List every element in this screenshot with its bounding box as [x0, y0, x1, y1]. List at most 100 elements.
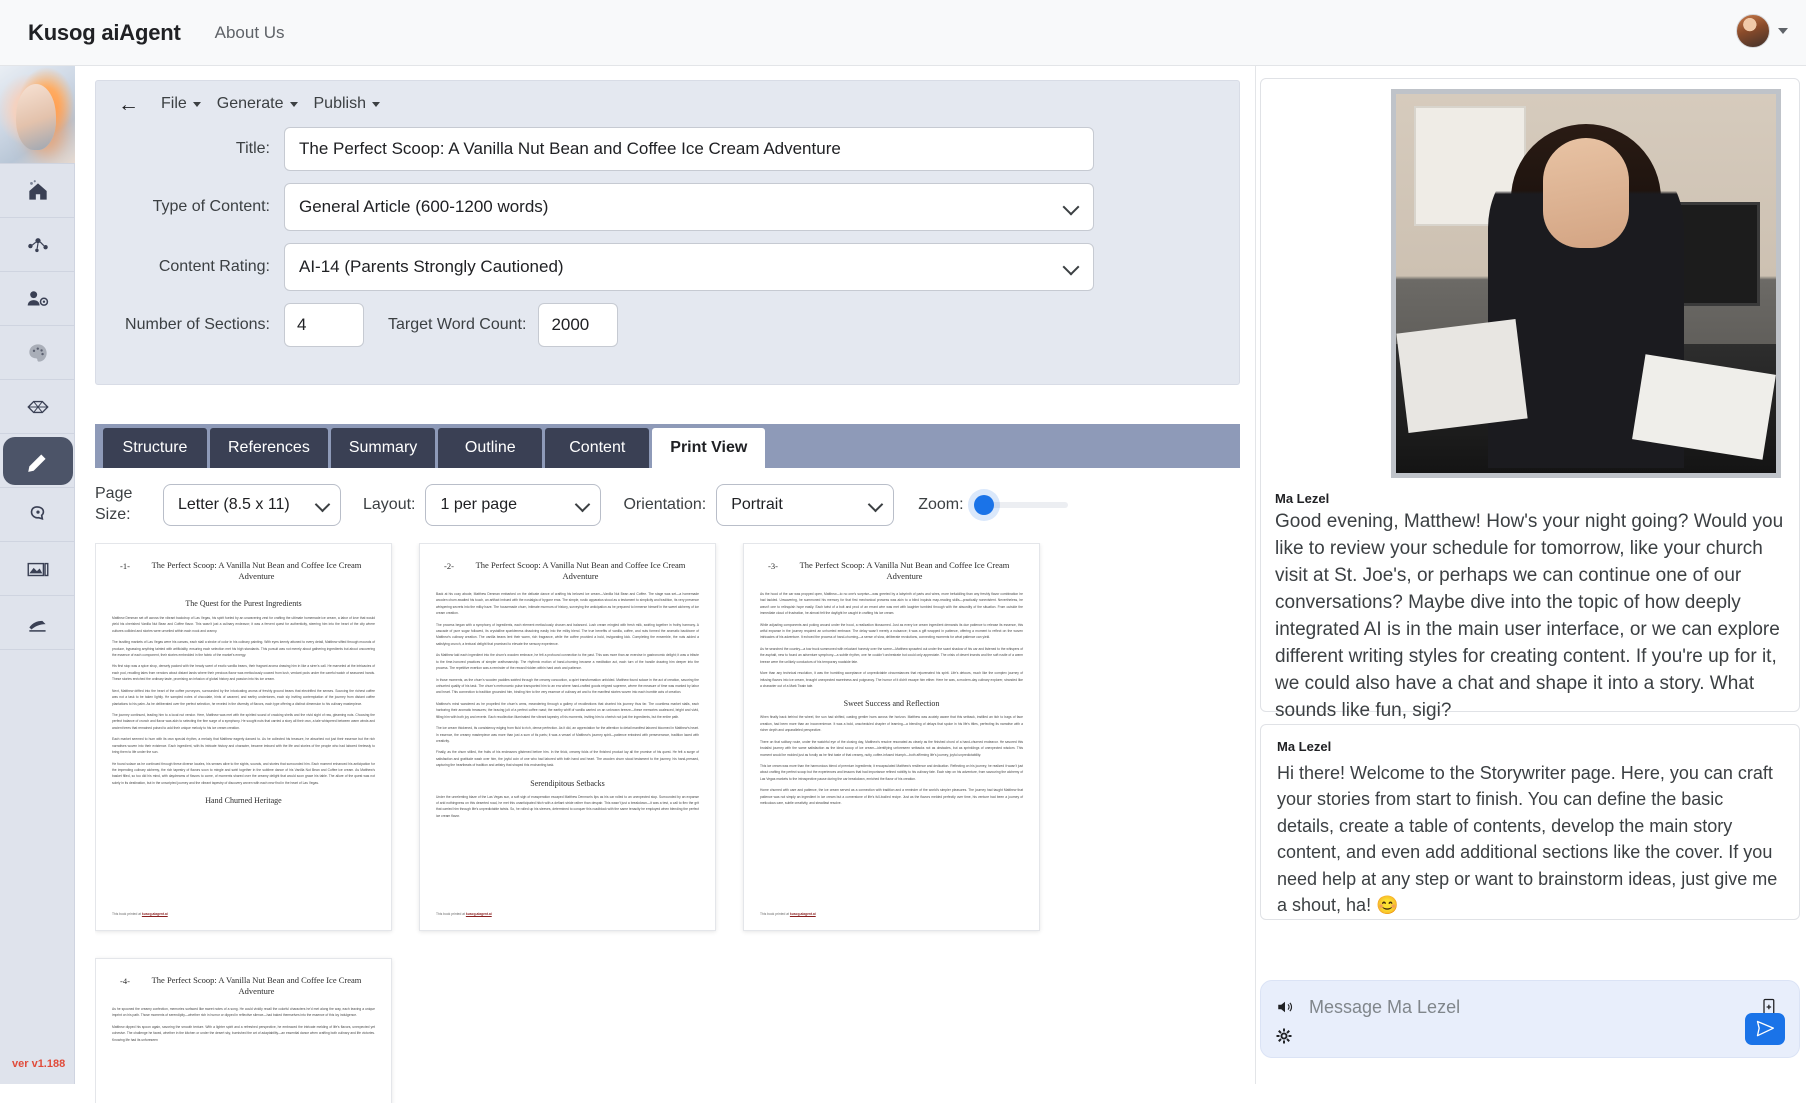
- sidebar-item-network[interactable]: [0, 218, 75, 272]
- page-title: The Perfect Scoop: A Vanilla Nut Bean an…: [151, 975, 362, 997]
- tab-structure[interactable]: Structure: [103, 428, 207, 468]
- wordcount-input[interactable]: 2000: [538, 303, 619, 347]
- orientation-value: Portrait: [731, 496, 783, 513]
- page-preview[interactable]: -3- The Perfect Scoop: A Vanilla Nut Bea…: [743, 543, 1040, 931]
- page-footer: This book printed at kusog.aiagent.ai: [436, 912, 492, 916]
- page-paragraph: His first stop was a spice shop, densely…: [112, 664, 375, 682]
- image-icon: [27, 562, 48, 576]
- message-composer[interactable]: Message Ma Lezel: [1260, 980, 1800, 1058]
- nav-about-us[interactable]: About Us: [215, 23, 285, 43]
- page-footer: This book printed at kusog.aiagent.ai: [760, 912, 816, 916]
- title-input[interactable]: The Perfect Scoop: A Vanilla Nut Bean an…: [284, 127, 1094, 171]
- chevron-down-icon: [867, 496, 884, 513]
- counts-row: Number of Sections: 4 Target Word Count:…: [96, 303, 1239, 347]
- tab-print-view[interactable]: Print View: [652, 428, 766, 468]
- book-icon: [28, 620, 46, 632]
- assistant-photo: [1391, 89, 1781, 478]
- page-footer-text: This book printed at: [760, 912, 790, 916]
- type-select[interactable]: General Article (600-1200 words): [284, 183, 1094, 231]
- chevron-down-icon: [1062, 258, 1080, 276]
- page-size-select[interactable]: Letter (8.5 x 11): [163, 484, 341, 526]
- editor-panel: ← File Generate Publish Title: The Perfe…: [95, 80, 1240, 1103]
- page-paragraph: Finally, as the churn stilled, the fruit…: [436, 750, 699, 768]
- zoom-slider[interactable]: [973, 495, 1068, 515]
- page-title: The Perfect Scoop: A Vanilla Nut Bean an…: [799, 560, 1010, 582]
- speaker-icon[interactable]: [1275, 998, 1295, 1016]
- page-title: The Perfect Scoop: A Vanilla Nut Bean an…: [475, 560, 686, 582]
- chevron-down-icon: [192, 101, 201, 107]
- sidebar-hero-image: [0, 66, 75, 164]
- chevron-down-icon: [1062, 198, 1080, 216]
- menu-file[interactable]: File: [155, 91, 207, 117]
- page-paragraph: Matthew Denman set off across the vibran…: [112, 615, 375, 633]
- page-paragraph: In those moments, as the churn's wooden …: [436, 677, 699, 695]
- sidebar-item-people[interactable]: [0, 272, 75, 326]
- page-paragraph: Matthew's mind wandered as he propelled …: [436, 701, 699, 719]
- top-bar: Kusog aiAgent About Us: [0, 0, 1806, 66]
- sidebar-item-library[interactable]: [0, 596, 75, 650]
- people-icon: [27, 290, 48, 306]
- zoom-slider-knob[interactable]: [973, 495, 994, 515]
- assistant-hero-card: Ma Lezel Good evening, Matthew! How's yo…: [1260, 78, 1800, 721]
- menu-bar: ← File Generate Publish: [96, 81, 1239, 127]
- back-button[interactable]: ←: [112, 94, 151, 115]
- page-preview[interactable]: -4- The Perfect Scoop: A Vanilla Nut Bea…: [95, 958, 392, 1103]
- orientation-select[interactable]: Portrait: [716, 484, 895, 526]
- chevron-down-icon[interactable]: [1778, 28, 1788, 34]
- assistant-name: Ma Lezel: [1275, 491, 1330, 506]
- sidebar-item-storywriter[interactable]: [0, 434, 75, 488]
- rating-select[interactable]: AI-14 (Parents Strongly Cautioned): [284, 243, 1094, 291]
- chevron-down-icon: [575, 496, 591, 513]
- send-icon: [1756, 1020, 1774, 1037]
- sections-input[interactable]: 4: [284, 303, 364, 347]
- print-preview-pages[interactable]: -1- The Perfect Scoop: A Vanilla Nut Bea…: [95, 543, 1240, 1103]
- chat-panel: Ma Lezel Good evening, Matthew! How's yo…: [1255, 66, 1806, 1084]
- page-paragraph: Home churned with care and patience, the…: [760, 788, 1023, 806]
- version-label: ver v1.188: [12, 1058, 66, 1070]
- app-brand: Kusog aiAgent: [28, 19, 181, 45]
- type-select-value: General Article (600-1200 words): [299, 197, 549, 216]
- sidebar-item-media[interactable]: [0, 542, 75, 596]
- page-paragraph: Under the unrelenting blaze of the Las V…: [436, 794, 699, 818]
- page-footer-brand: kusog.aiagent.ai: [141, 912, 168, 916]
- menu-publish[interactable]: Publish: [308, 91, 386, 117]
- page-paragraph: The process began with a symphony of ing…: [436, 622, 699, 646]
- tab-content[interactable]: Content: [545, 428, 650, 468]
- page-paragraph: As he searched the country—a tow truck s…: [760, 646, 1023, 664]
- rating-label: Content Rating:: [158, 258, 270, 275]
- page-preview[interactable]: -2- The Perfect Scoop: A Vanilla Nut Bea…: [419, 543, 716, 931]
- message-input[interactable]: Message Ma Lezel: [1309, 997, 1460, 1018]
- tab-summary[interactable]: Summary: [330, 428, 436, 468]
- page-section-heading: Serendipitous Setbacks: [530, 778, 605, 788]
- layout-value: 1 per page: [440, 496, 517, 513]
- message-author: Ma Lezel: [1277, 739, 1332, 754]
- layout-select[interactable]: 1 per page: [425, 484, 602, 526]
- page-title: The Perfect Scoop: A Vanilla Nut Bean an…: [151, 560, 362, 582]
- sidebar-item-palette[interactable]: [0, 326, 75, 380]
- menu-file-label: File: [161, 95, 187, 112]
- page-footer-text: This book printed at: [112, 912, 142, 916]
- tab-outline[interactable]: Outline: [438, 428, 543, 468]
- avatar[interactable]: [1736, 14, 1770, 48]
- zoom-label: Zoom:: [918, 495, 964, 513]
- gear-icon[interactable]: [1275, 1027, 1293, 1045]
- page-preview[interactable]: -1- The Perfect Scoop: A Vanilla Nut Bea…: [95, 543, 392, 931]
- account-menu[interactable]: [1736, 14, 1788, 48]
- menu-generate-label: Generate: [216, 95, 284, 112]
- sidebar-item-gem[interactable]: [0, 380, 75, 434]
- tab-bar: Structure References Summary Outline Con…: [95, 424, 1240, 468]
- tab-references[interactable]: References: [210, 428, 328, 468]
- send-button[interactable]: [1745, 1013, 1785, 1045]
- sidebar-item-home[interactable]: [0, 164, 75, 218]
- page-paragraph: As he spooned the creamy confection, mem…: [112, 1006, 375, 1018]
- page-paragraph: Matthew dipped his spoon again, savoring…: [112, 1024, 375, 1042]
- title-row: Title: The Perfect Scoop: A Vanilla Nut …: [96, 127, 1239, 171]
- page-section-heading: The Quest for the Purest Ingredients: [185, 598, 302, 608]
- chevron-down-icon: [289, 101, 298, 107]
- sidebar-item-brain[interactable]: [0, 488, 75, 542]
- page-paragraph: When finally back behind the wheel, the …: [760, 715, 1023, 733]
- photo-papers: [1396, 319, 1528, 433]
- message-text: Hi there! Welcome to the Storywriter pag…: [1277, 763, 1778, 916]
- menu-generate[interactable]: Generate: [211, 91, 304, 117]
- page-footer-text: This book printed at: [436, 912, 466, 916]
